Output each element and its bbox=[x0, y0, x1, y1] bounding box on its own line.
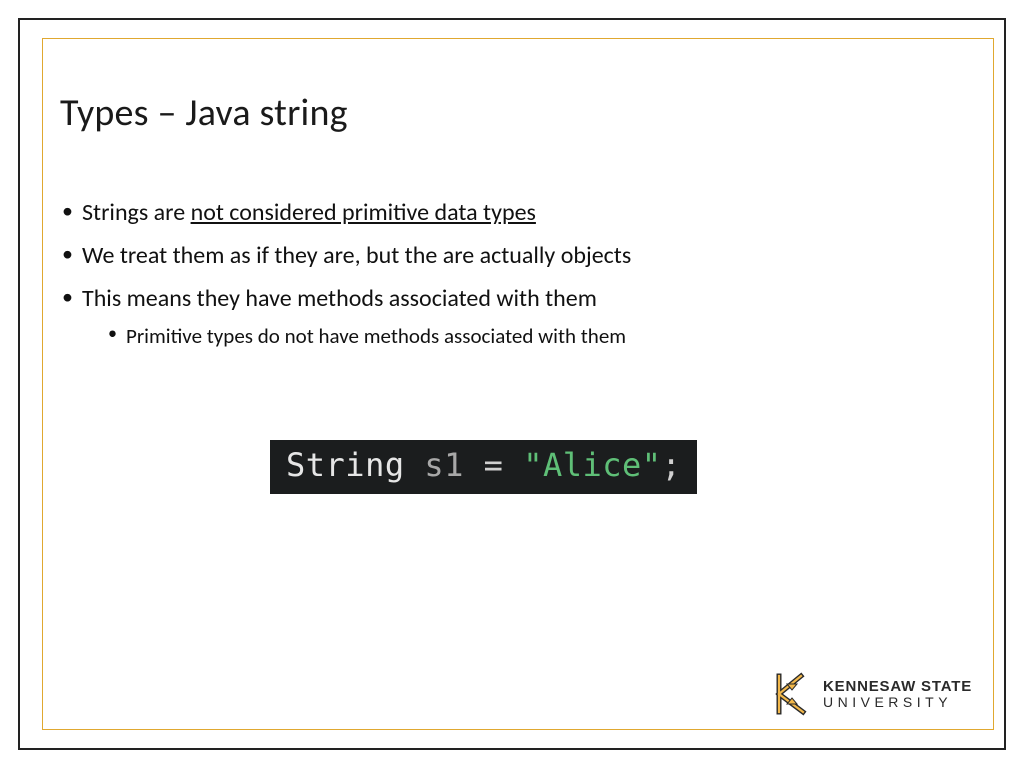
logo-text: KENNESAW STATE UNIVERSITY bbox=[823, 679, 972, 709]
code-token-type: String bbox=[286, 446, 405, 484]
slide-title: Types – Java string bbox=[60, 90, 964, 136]
sub-bullet-list: Primitive types do not have methods asso… bbox=[82, 320, 964, 353]
sub-bullet-text: Primitive types do not have methods asso… bbox=[126, 323, 626, 349]
code-token-semi: ; bbox=[662, 446, 682, 484]
bullet-text-pre: This means they have methods associated … bbox=[82, 284, 597, 313]
code-token-string: "Alice" bbox=[523, 446, 661, 484]
slide-content: Types – Java string Strings are not cons… bbox=[60, 90, 964, 358]
bullet-text-underlined: not considered primitive data types bbox=[191, 198, 536, 227]
bullet-text-pre: We treat them as if they are, but the ar… bbox=[82, 241, 631, 270]
logo-line-2: UNIVERSITY bbox=[823, 695, 972, 709]
university-logo: KENNESAW STATE UNIVERSITY bbox=[773, 672, 972, 716]
bullet-text-pre: Strings are bbox=[82, 198, 191, 227]
bullet-list: Strings are not considered primitive dat… bbox=[60, 194, 964, 352]
logo-line-1: KENNESAW STATE bbox=[823, 679, 972, 694]
ksu-logo-icon bbox=[773, 672, 813, 716]
list-item: Strings are not considered primitive dat… bbox=[60, 194, 964, 231]
code-token-var: s1 bbox=[424, 446, 464, 484]
list-item: Primitive types do not have methods asso… bbox=[82, 320, 964, 353]
list-item: We treat them as if they are, but the ar… bbox=[60, 237, 964, 274]
list-item: This means they have methods associated … bbox=[60, 280, 964, 352]
code-token-op: = bbox=[484, 446, 504, 484]
code-snippet: String s1 = "Alice"; bbox=[270, 440, 697, 494]
